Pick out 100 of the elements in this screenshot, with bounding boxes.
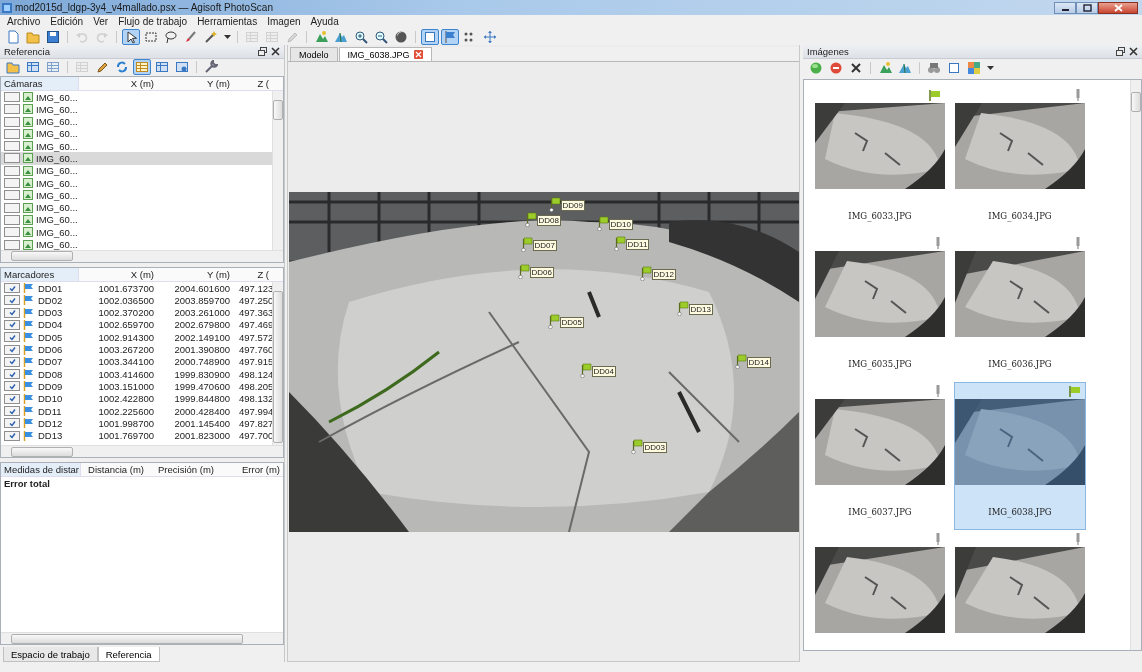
- checkbox[interactable]: [4, 356, 20, 367]
- column-header[interactable]: X (m): [79, 268, 157, 280]
- column-header[interactable]: Cámaras: [1, 76, 79, 90]
- flag-icon[interactable]: [596, 215, 609, 231]
- minimize-button[interactable]: [1054, 1, 1076, 14]
- checkbox[interactable]: [4, 319, 20, 330]
- checkbox[interactable]: [4, 344, 20, 355]
- column-header[interactable]: Precisión (m): [151, 464, 221, 475]
- horizontal-scrollbar[interactable]: [1, 249, 283, 262]
- checkbox[interactable]: [4, 128, 20, 139]
- column-header[interactable]: X (m): [79, 77, 157, 89]
- horizontal-scrollbar[interactable]: [1, 445, 283, 457]
- checkbox[interactable]: [4, 369, 20, 380]
- tab[interactable]: Modelo: [290, 47, 338, 61]
- checkbox[interactable]: [4, 165, 20, 176]
- checkbox[interactable]: [4, 430, 20, 441]
- checkbox[interactable]: [4, 283, 20, 294]
- table-row[interactable]: IMG_60...: [1, 140, 272, 153]
- checkbox[interactable]: [4, 239, 20, 250]
- vertical-scrollbar[interactable]: [272, 90, 283, 250]
- table-cell: IMG_60...: [36, 103, 78, 115]
- checkbox[interactable]: [4, 406, 20, 417]
- menu-item[interactable]: Imagen: [262, 16, 306, 27]
- column-header[interactable]: Z (: [233, 268, 283, 280]
- tab[interactable]: IMG_6038.JPG: [338, 47, 432, 61]
- image-thumbnail[interactable]: IMG_6033.JPG: [814, 86, 946, 234]
- flag-icon: [23, 381, 35, 392]
- image-thumbnail[interactable]: IMG_6037.JPG: [814, 382, 946, 530]
- table-icon: [155, 60, 169, 75]
- checkbox[interactable]: [4, 116, 20, 127]
- table-row[interactable]: IMG_60...: [1, 103, 272, 116]
- close-icon[interactable]: [1129, 47, 1138, 56]
- zoom-in-button[interactable]: [352, 28, 370, 45]
- table-row[interactable]: IMG_60...: [1, 226, 272, 239]
- menu-item[interactable]: Ayuda: [305, 16, 344, 27]
- table-row[interactable]: IMG_60...: [1, 176, 272, 190]
- table-row[interactable]: IMG_60...: [1, 127, 272, 141]
- folder-button[interactable]: [4, 59, 22, 76]
- square-button[interactable]: [421, 28, 439, 45]
- menu-item[interactable]: Archivo: [2, 16, 46, 27]
- image-thumbnail[interactable]: IMG_6035.JPG: [814, 234, 946, 382]
- close-button[interactable]: [1098, 1, 1138, 14]
- checkbox[interactable]: [4, 202, 20, 213]
- maximize-button[interactable]: [1076, 1, 1098, 14]
- column-header[interactable]: Distancia (m): [81, 464, 151, 475]
- checkbox[interactable]: [4, 190, 20, 201]
- column-header[interactable]: Medidas de distar: [1, 463, 81, 476]
- checkbox[interactable]: [4, 178, 20, 189]
- checkbox[interactable]: [4, 307, 20, 318]
- table-cell-text: 1999.470600: [173, 380, 231, 392]
- close-icon[interactable]: [271, 46, 280, 56]
- vertical-scrollbar[interactable]: [272, 281, 283, 445]
- column-header[interactable]: Y (m): [157, 268, 233, 280]
- checkbox[interactable]: [4, 153, 20, 164]
- menu-item[interactable]: Edición: [45, 16, 89, 27]
- checkbox[interactable]: [4, 104, 20, 115]
- zoom-out-button[interactable]: [372, 28, 390, 45]
- vertical-scrollbar[interactable]: [1130, 80, 1141, 650]
- float-icon[interactable]: [258, 46, 267, 56]
- tab[interactable]: Referencia: [97, 647, 160, 662]
- table-row[interactable]: IMG_60...: [1, 90, 272, 104]
- flag-icon[interactable]: [524, 211, 537, 227]
- image-thumbnail[interactable]: IMG_6034.JPG: [954, 86, 1086, 234]
- flag-icon[interactable]: [548, 196, 561, 212]
- menu-item[interactable]: Ver: [88, 16, 114, 27]
- pointer-button[interactable]: [122, 28, 140, 45]
- checkbox[interactable]: [4, 418, 20, 429]
- lasso-button[interactable]: [162, 28, 180, 45]
- checkbox[interactable]: [4, 141, 20, 152]
- horizontal-scrollbar[interactable]: [1, 632, 283, 645]
- menu-item[interactable]: Herramientas: [192, 16, 263, 27]
- tab[interactable]: Espacio de trabajo: [3, 647, 98, 662]
- circle-icon: [809, 60, 823, 75]
- table-row[interactable]: IMG_60...: [1, 115, 272, 128]
- column-header[interactable]: Y (m): [157, 77, 233, 89]
- disk-button[interactable]: [44, 28, 62, 45]
- menu-item[interactable]: Flujo de trabajo: [113, 16, 193, 27]
- column-header[interactable]: Error (m): [221, 464, 283, 475]
- move-button[interactable]: [481, 28, 499, 45]
- checkbox[interactable]: [4, 214, 20, 225]
- checkbox[interactable]: [4, 92, 20, 102]
- checkbox[interactable]: [4, 393, 20, 404]
- column-header[interactable]: Marcadores: [1, 267, 79, 281]
- image-thumbnail[interactable]: IMG_6038.JPG: [954, 382, 1086, 530]
- table-row[interactable]: IMG_60...: [1, 213, 272, 227]
- table-row[interactable]: IMG_60...: [1, 189, 272, 202]
- checkbox[interactable]: [4, 227, 20, 238]
- checkbox[interactable]: [4, 295, 20, 306]
- table-row[interactable]: IMG_60...: [1, 164, 272, 177]
- table-row[interactable]: IMG_60...: [1, 238, 272, 251]
- flag-button[interactable]: [441, 28, 459, 45]
- table-row[interactable]: IMG_60...: [1, 152, 272, 165]
- checkbox[interactable]: [4, 381, 20, 392]
- checkbox[interactable]: [4, 332, 20, 343]
- table-button[interactable]: [133, 59, 151, 76]
- pin-icon: [935, 533, 941, 545]
- column-header[interactable]: Z (: [233, 77, 283, 89]
- float-icon[interactable]: [1116, 47, 1125, 56]
- image-thumbnail[interactable]: IMG_6036.JPG: [954, 234, 1086, 382]
- table-row[interactable]: IMG_60...: [1, 201, 272, 214]
